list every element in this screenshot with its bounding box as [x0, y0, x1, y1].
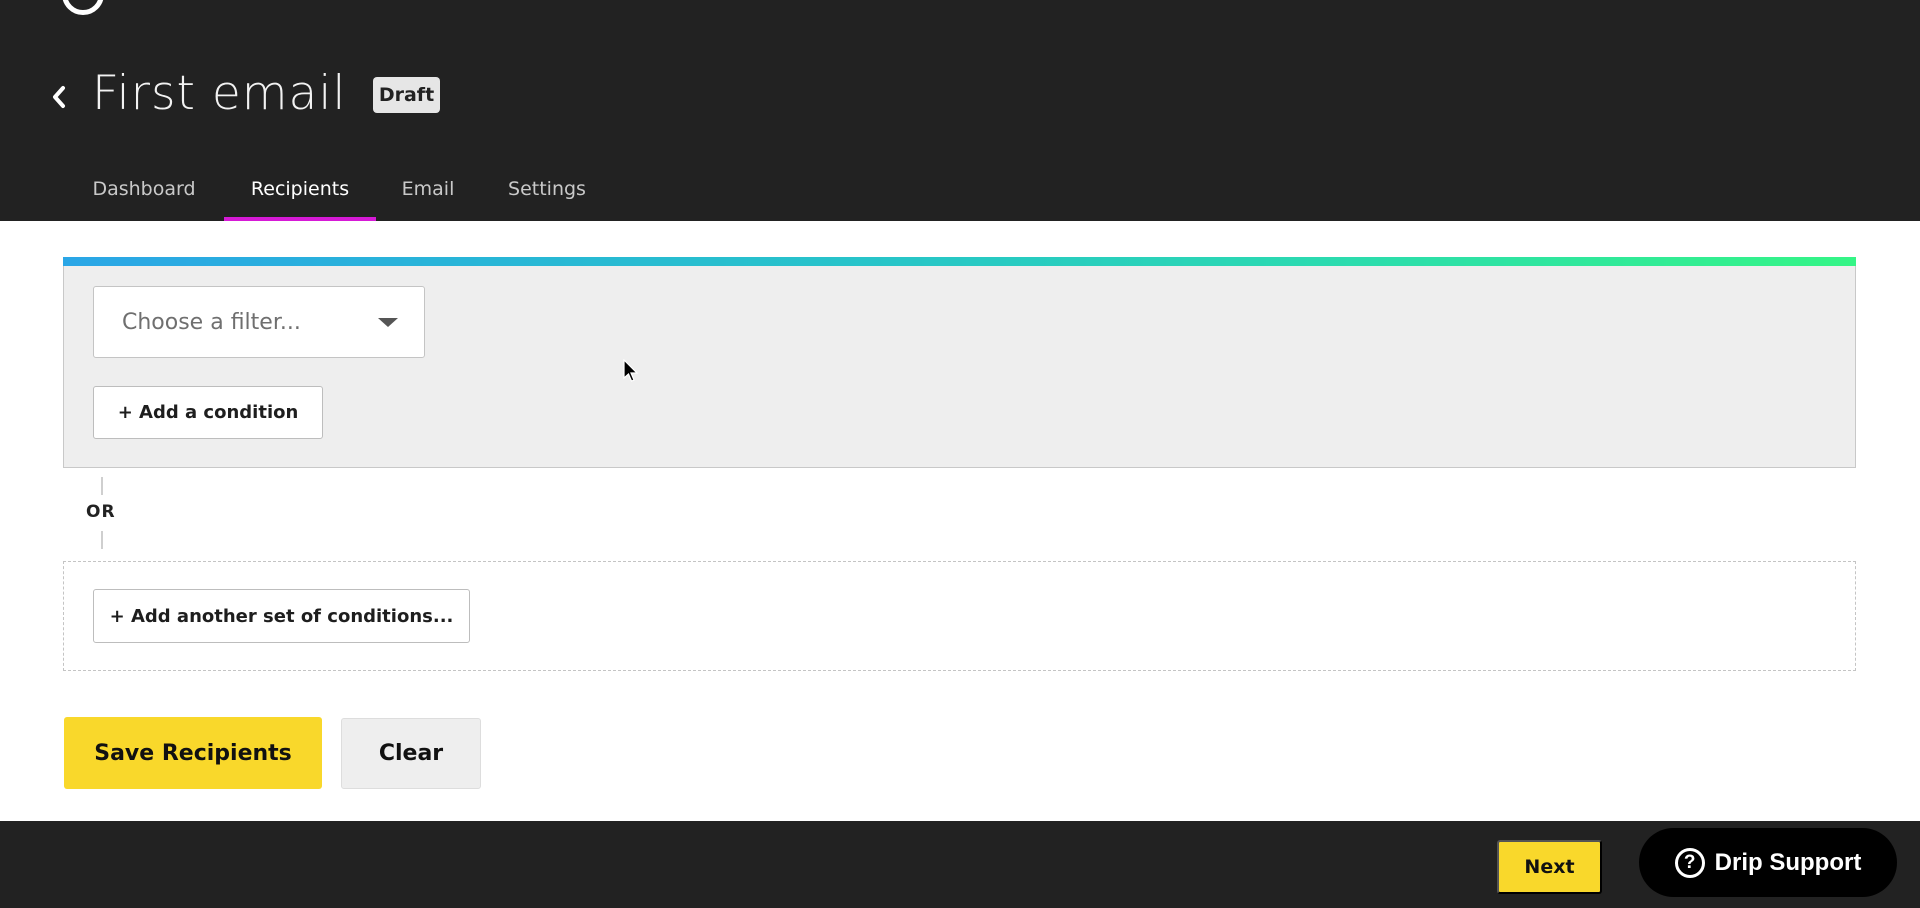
question-circle-icon: ? — [1674, 847, 1705, 878]
clear-button[interactable]: Clear — [341, 718, 481, 789]
filter-select-placeholder: Choose a filter... — [122, 309, 301, 335]
drip-support-button[interactable]: ? Drip Support — [1639, 828, 1897, 897]
filter-select[interactable]: Choose a filter... — [93, 286, 425, 358]
add-condition-set-button[interactable]: + Add another set of conditions... — [93, 589, 470, 643]
save-recipients-button[interactable]: Save Recipients — [64, 717, 322, 789]
add-condition-set-area: + Add another set of conditions... — [63, 561, 1856, 671]
tab-bar: Dashboard Recipients Email Settings — [0, 160, 1920, 221]
tab-recipients[interactable]: Recipients — [224, 160, 376, 221]
next-button[interactable]: Next — [1497, 840, 1602, 894]
connector-line-top — [101, 477, 103, 495]
condition-group-panel: Choose a filter... + Add a condition — [63, 257, 1856, 468]
drip-logo-icon[interactable] — [62, 0, 104, 15]
status-badge: Draft — [373, 77, 440, 113]
tab-email[interactable]: Email — [402, 160, 455, 221]
page-title: First email — [92, 66, 347, 121]
or-connector-label: OR — [86, 502, 116, 522]
add-condition-button[interactable]: + Add a condition — [93, 386, 323, 439]
caret-down-icon — [378, 318, 398, 327]
back-button[interactable] — [46, 80, 72, 114]
connector-line-bottom — [101, 531, 103, 549]
chevron-left-icon — [53, 86, 65, 108]
tab-settings[interactable]: Settings — [508, 160, 586, 221]
panel-accent-bar — [63, 257, 1856, 266]
drip-support-label: Drip Support — [1714, 848, 1862, 876]
page-header: First email Draft Dashboard Recipients E… — [0, 0, 1920, 221]
page-footer: Next ? Drip Support — [0, 821, 1920, 908]
tab-dashboard[interactable]: Dashboard — [91, 160, 197, 221]
